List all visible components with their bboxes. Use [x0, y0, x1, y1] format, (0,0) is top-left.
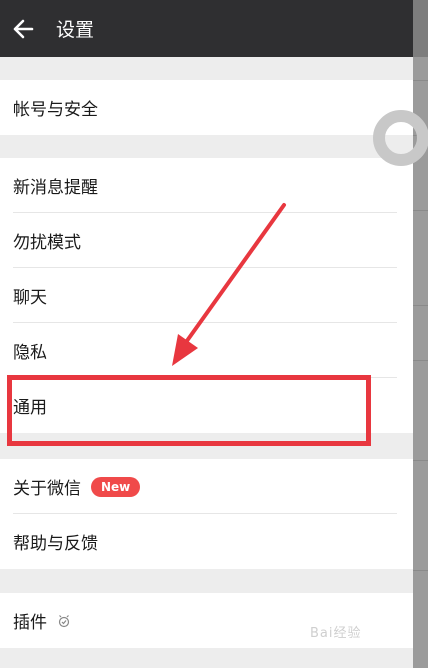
menu-item-about-wechat[interactable]: 关于微信 New [0, 459, 413, 514]
menu-item-label: 关于微信 [13, 479, 81, 499]
new-badge: New [91, 476, 141, 497]
menu-item-label: 聊天 [13, 288, 47, 308]
divider [413, 210, 428, 211]
divider [413, 360, 428, 361]
top-bar: 设置 [0, 0, 413, 57]
menu-item-label: 帮助与反馈 [13, 534, 98, 554]
menu-item-label: 勿扰模式 [13, 233, 81, 253]
highlight-box [7, 375, 371, 446]
divider [413, 305, 428, 306]
arrow-left-icon[interactable] [12, 17, 36, 41]
floating-ring-overlay [373, 110, 428, 166]
menu-item-privacy[interactable]: 隐私 [0, 323, 413, 378]
menu-item-do-not-disturb[interactable]: 勿扰模式 [0, 213, 413, 268]
page-title: 设置 [56, 19, 95, 41]
menu-item-label: 帐号与安全 [13, 100, 98, 120]
watermark: Bai经验 [310, 626, 362, 641]
menu-item-chat[interactable]: 聊天 [0, 268, 413, 323]
menu-item-label: 插件 [13, 613, 47, 633]
menu-item-new-message-notification[interactable]: 新消息提醒 [0, 158, 413, 213]
account-group: 帐号与安全 [0, 80, 413, 135]
about-group: 关于微信 New 帮助与反馈 [0, 459, 413, 569]
divider [413, 570, 428, 571]
divider [413, 80, 428, 81]
menu-item-label: 新消息提醒 [13, 178, 98, 198]
background-app-edge [413, 0, 428, 668]
divider [413, 460, 428, 461]
menu-item-label: 隐私 [13, 343, 47, 363]
menu-item-account-security[interactable]: 帐号与安全 [0, 80, 413, 135]
menu-item-help-feedback[interactable]: 帮助与反馈 [0, 514, 413, 569]
plugin-icon [57, 614, 71, 628]
background-app-header [413, 0, 428, 57]
